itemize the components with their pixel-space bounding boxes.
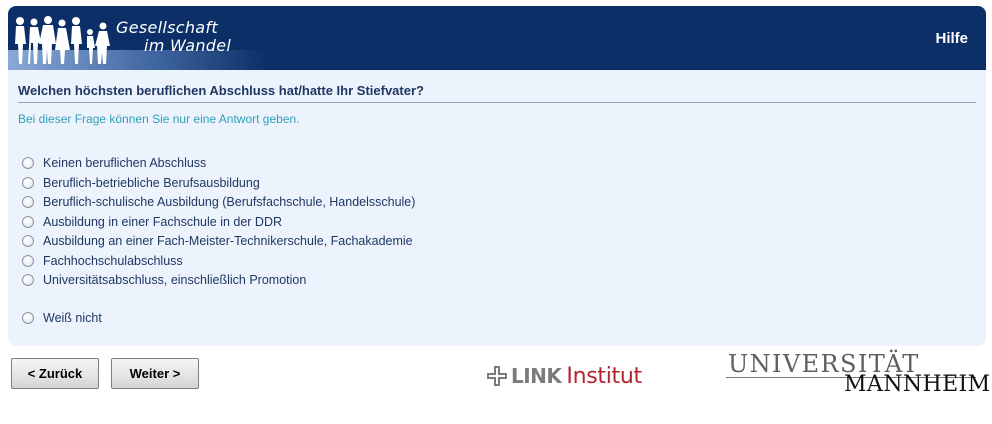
radio-button[interactable] — [22, 254, 34, 267]
radio-button[interactable] — [22, 274, 34, 286]
answer-label: Weiß nicht — [43, 311, 102, 325]
logo-text-line1: Gesellschaft — [116, 18, 218, 37]
people-silhouettes-icon — [15, 16, 110, 64]
answer-option-schulische-ausbildung[interactable]: Beruflich-schulische Ausbildung (Berufsf… — [22, 193, 415, 211]
answer-option-fach-meister-technikerschule[interactable]: Ausbildung an einer Fach-Meister-Technik… — [22, 232, 413, 250]
answer-option-fachschule-ddr[interactable]: Ausbildung in einer Fachschule in der DD… — [22, 213, 282, 231]
help-link[interactable]: Hilfe — [935, 30, 968, 47]
header-bar: Gesellschaft im Wandel Hilfe — [8, 6, 986, 70]
link-logo-word: LINK — [511, 364, 562, 388]
question-hint: Bei dieser Frage können Sie nur eine Ant… — [18, 112, 300, 126]
radio-button[interactable] — [22, 215, 34, 228]
back-button[interactable]: < Zurück — [11, 358, 99, 389]
answer-label: Ausbildung an einer Fach-Meister-Technik… — [43, 234, 413, 248]
answer-label: Beruflich-schulische Ausbildung (Berufsf… — [43, 195, 416, 209]
radio-button[interactable] — [22, 235, 34, 247]
logo-text-line2: im Wandel — [144, 36, 232, 55]
uni-logo-bottom: MANNHEIM — [844, 372, 991, 397]
radio-button[interactable] — [22, 176, 34, 189]
link-institut-logo: LINK Institut — [487, 363, 642, 389]
survey-panel: Gesellschaft im Wandel Hilfe Welchen höc… — [8, 6, 986, 346]
answer-option-weiss-nicht[interactable]: Weiß nicht — [22, 309, 102, 327]
answer-option-fachhochschulabschluss[interactable]: Fachhochschulabschluss — [22, 252, 183, 270]
radio-button[interactable] — [22, 157, 34, 169]
link-cross-icon — [487, 366, 507, 386]
universitaet-mannheim-logo: UNIVERSITÄT MANNHEIM — [726, 350, 991, 400]
answer-label: Beruflich-betriebliche Berufsausbildung — [43, 175, 260, 190]
radio-button[interactable] — [22, 196, 34, 208]
radio-button[interactable] — [22, 312, 34, 324]
answer-option-betriebliche-ausbildung[interactable]: Beruflich-betriebliche Berufsausbildung — [22, 174, 260, 192]
answer-label: Fachhochschulabschluss — [43, 253, 183, 268]
answer-option-keinen-abschluss[interactable]: Keinen beruflichen Abschluss — [22, 154, 206, 172]
question-divider — [18, 102, 976, 103]
answer-label: Ausbildung in einer Fachschule in der DD… — [43, 214, 283, 229]
question-text: Welchen höchsten beruflichen Abschluss h… — [18, 83, 424, 98]
answer-label: Keinen beruflichen Abschluss — [43, 156, 207, 170]
answer-label: Universitätsabschluss, einschließlich Pr… — [43, 273, 307, 287]
answer-option-universitaetsabschluss[interactable]: Universitätsabschluss, einschließlich Pr… — [22, 271, 306, 289]
next-button[interactable]: Weiter > — [111, 358, 199, 389]
link-logo-institut: Institut — [566, 363, 642, 389]
